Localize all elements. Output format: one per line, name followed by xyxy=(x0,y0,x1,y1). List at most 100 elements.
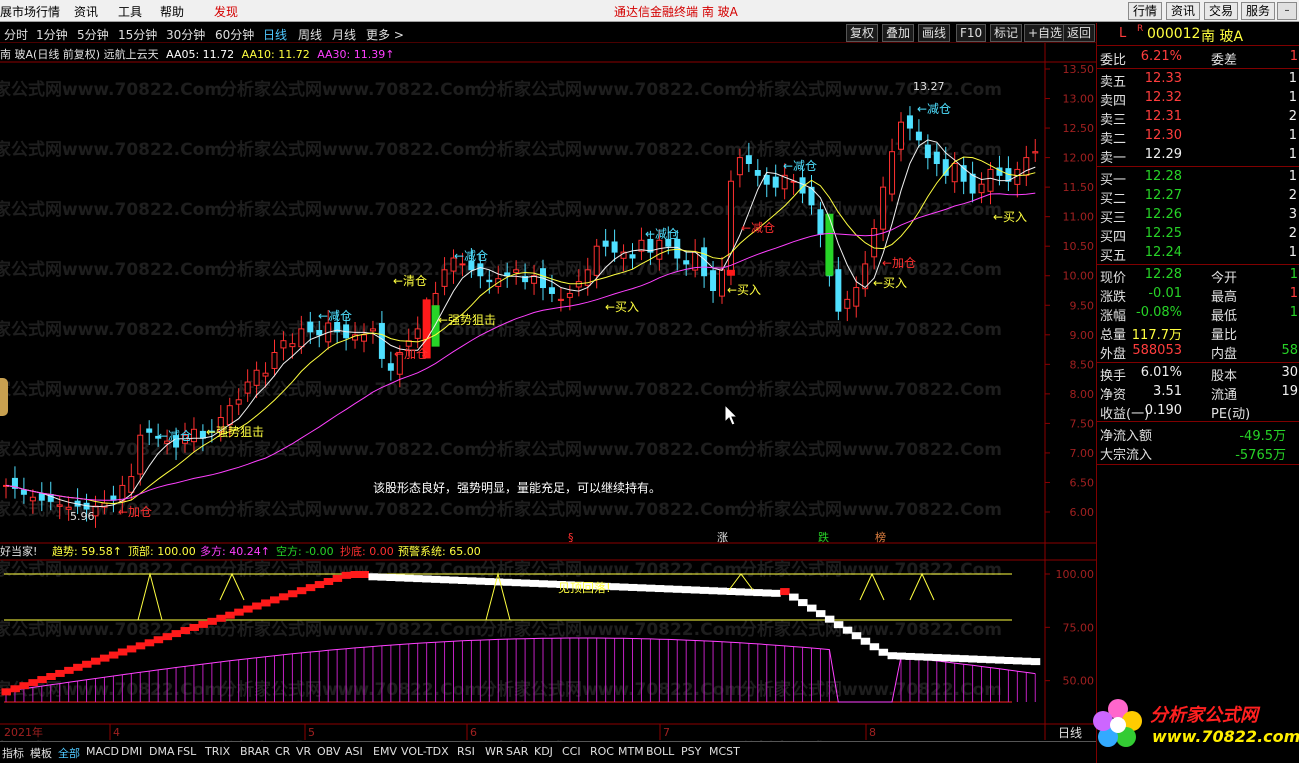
indicator-tick-label: 75.00 xyxy=(1063,621,1095,634)
month-label: 8 xyxy=(869,726,876,739)
sell-level-label: 卖四 xyxy=(1100,94,1127,109)
indicator-tab[interactable]: 全部 xyxy=(58,745,80,761)
overlay-button[interactable]: 叠加 xyxy=(882,24,915,42)
order-ratio-label: 委比 xyxy=(1100,53,1127,68)
period-more[interactable]: 更多 > xyxy=(366,26,404,43)
mark-button[interactable]: 标记 xyxy=(990,24,1023,42)
indicator-tab[interactable]: CR xyxy=(275,745,290,758)
trend-segment xyxy=(55,669,65,677)
indicator-tab[interactable]: VOL-TDX xyxy=(401,745,449,758)
menu-market[interactable]: 展市场行情 xyxy=(0,3,60,20)
sell-level: 卖三 12.31 xyxy=(1097,109,1299,128)
indicator-tab[interactable]: MACD xyxy=(86,745,119,758)
indicator-tab[interactable]: MCST xyxy=(709,745,740,758)
menu-discover[interactable]: 发现 xyxy=(214,3,238,20)
period-1min[interactable]: 1分钟 xyxy=(36,26,68,43)
flag-r: R xyxy=(1137,24,1144,34)
indicator-tab[interactable]: BOLL xyxy=(646,745,674,758)
watermark-text: 分析家公式网www.70822.Com xyxy=(0,199,222,220)
buy-volume: 3 xyxy=(1288,207,1297,222)
trend-segment xyxy=(520,579,531,587)
indicator-tab[interactable]: BRAR xyxy=(240,745,270,758)
service-button[interactable]: 服务 xyxy=(1241,2,1276,20)
quote-fundamental-label2: 股本 xyxy=(1211,369,1238,384)
menu-tools[interactable]: 工具 xyxy=(118,3,142,20)
indicator-tab[interactable]: EMV xyxy=(373,745,397,758)
watermark-text: 分析家公式网www.70822.Com xyxy=(480,199,742,220)
candle-body xyxy=(602,240,609,247)
panel-separator xyxy=(1097,264,1299,265)
indicator-tab[interactable]: RSI xyxy=(457,745,475,758)
trend-segment xyxy=(180,627,190,635)
indicator-tab[interactable]: PSY xyxy=(681,745,701,758)
sell-level-value: 12.33 xyxy=(1144,71,1182,86)
sell-volume: 1 xyxy=(1288,90,1297,105)
indicator-tab[interactable]: CCI xyxy=(562,745,581,758)
panel-separator xyxy=(1097,166,1299,167)
indicator-tab[interactable]: KDJ xyxy=(534,745,553,758)
watermark-text: 分析家公式网www.70822.Com xyxy=(0,379,222,400)
period-30min[interactable]: 30分钟 xyxy=(166,26,205,43)
period-weekly[interactable]: 周线 xyxy=(298,26,322,43)
candle-body xyxy=(244,381,251,394)
trend-segment xyxy=(1030,658,1041,666)
minimize-icon[interactable]: – xyxy=(1277,2,1297,20)
watermark-text: 分析家公式网www.70822.Com xyxy=(480,319,742,340)
quote-stat-value2: 1 xyxy=(1289,267,1298,282)
period-5min[interactable]: 5分钟 xyxy=(77,26,109,43)
trend-segment xyxy=(941,654,951,662)
trend-segment xyxy=(824,615,835,623)
indicator-tab[interactable]: MTM xyxy=(618,745,644,758)
f10-button[interactable]: F10 xyxy=(956,24,987,42)
candle-body xyxy=(253,369,260,386)
menu-news[interactable]: 资讯 xyxy=(74,3,98,20)
indicator-tab[interactable]: VR xyxy=(296,745,311,758)
trend-segment xyxy=(645,584,656,592)
candle-body xyxy=(719,269,725,297)
indicator-tab[interactable]: DMI xyxy=(121,745,142,758)
quote-fundamental-value: 3.51 xyxy=(1153,384,1182,399)
indicator-tab[interactable]: WR xyxy=(485,745,504,758)
period-tick[interactable]: 分时 xyxy=(4,26,28,43)
indicator-tab[interactable]: DMA xyxy=(149,745,175,758)
trend-segment xyxy=(708,587,719,595)
fuquan-button[interactable]: 复权 xyxy=(846,24,879,42)
candle-body xyxy=(29,496,36,502)
period-daily[interactable]: 日线 xyxy=(263,26,287,43)
indicator-tab[interactable]: FSL xyxy=(177,745,196,758)
candle-body xyxy=(951,163,958,183)
trade-button[interactable]: 交易 xyxy=(1204,2,1239,20)
indicator-tab[interactable]: SAR xyxy=(506,745,528,758)
trend-segment xyxy=(959,655,969,663)
candle-body xyxy=(906,115,913,129)
candle-body xyxy=(1023,157,1030,176)
quote-button[interactable]: 行情 xyxy=(1128,2,1163,20)
indicator-tab[interactable]: 指标 xyxy=(2,745,24,761)
candle-body xyxy=(710,270,717,292)
period-60min[interactable]: 60分钟 xyxy=(215,26,254,43)
candle-body xyxy=(575,281,582,288)
menu-help[interactable]: 帮助 xyxy=(160,3,184,20)
logo-line1: 分析家公式网 xyxy=(1150,705,1258,726)
quote-stat-label: 涨跌 xyxy=(1100,290,1127,305)
stock-header: L R 000012 南 玻A xyxy=(1097,24,1299,45)
add-watchlist-button[interactable]: +自选 xyxy=(1024,24,1067,42)
trend-segment xyxy=(1,688,11,696)
trend-segment xyxy=(287,590,298,598)
indicator-tab[interactable]: OBV xyxy=(317,745,340,758)
indicator-tab[interactable]: ASI xyxy=(345,745,363,758)
indicator-tab[interactable]: 模板 xyxy=(30,745,52,761)
back-button[interactable]: 返回 xyxy=(1063,24,1096,42)
period-15min[interactable]: 15分钟 xyxy=(118,26,157,43)
period-monthly[interactable]: 月线 xyxy=(332,26,356,43)
chart-scroll-left-handle[interactable] xyxy=(0,378,8,416)
indicator-signal-label: 见顶回落! xyxy=(558,581,611,595)
draw-line-button[interactable]: 画线 xyxy=(918,24,951,42)
indicator-tab[interactable]: TRIX xyxy=(205,745,230,758)
sell-volume: 1 xyxy=(1288,147,1297,162)
candle-body xyxy=(20,489,27,495)
candle-body xyxy=(924,144,931,159)
news-button[interactable]: 资讯 xyxy=(1166,2,1201,20)
trend-segment xyxy=(789,593,799,601)
indicator-tab[interactable]: ROC xyxy=(590,745,614,758)
